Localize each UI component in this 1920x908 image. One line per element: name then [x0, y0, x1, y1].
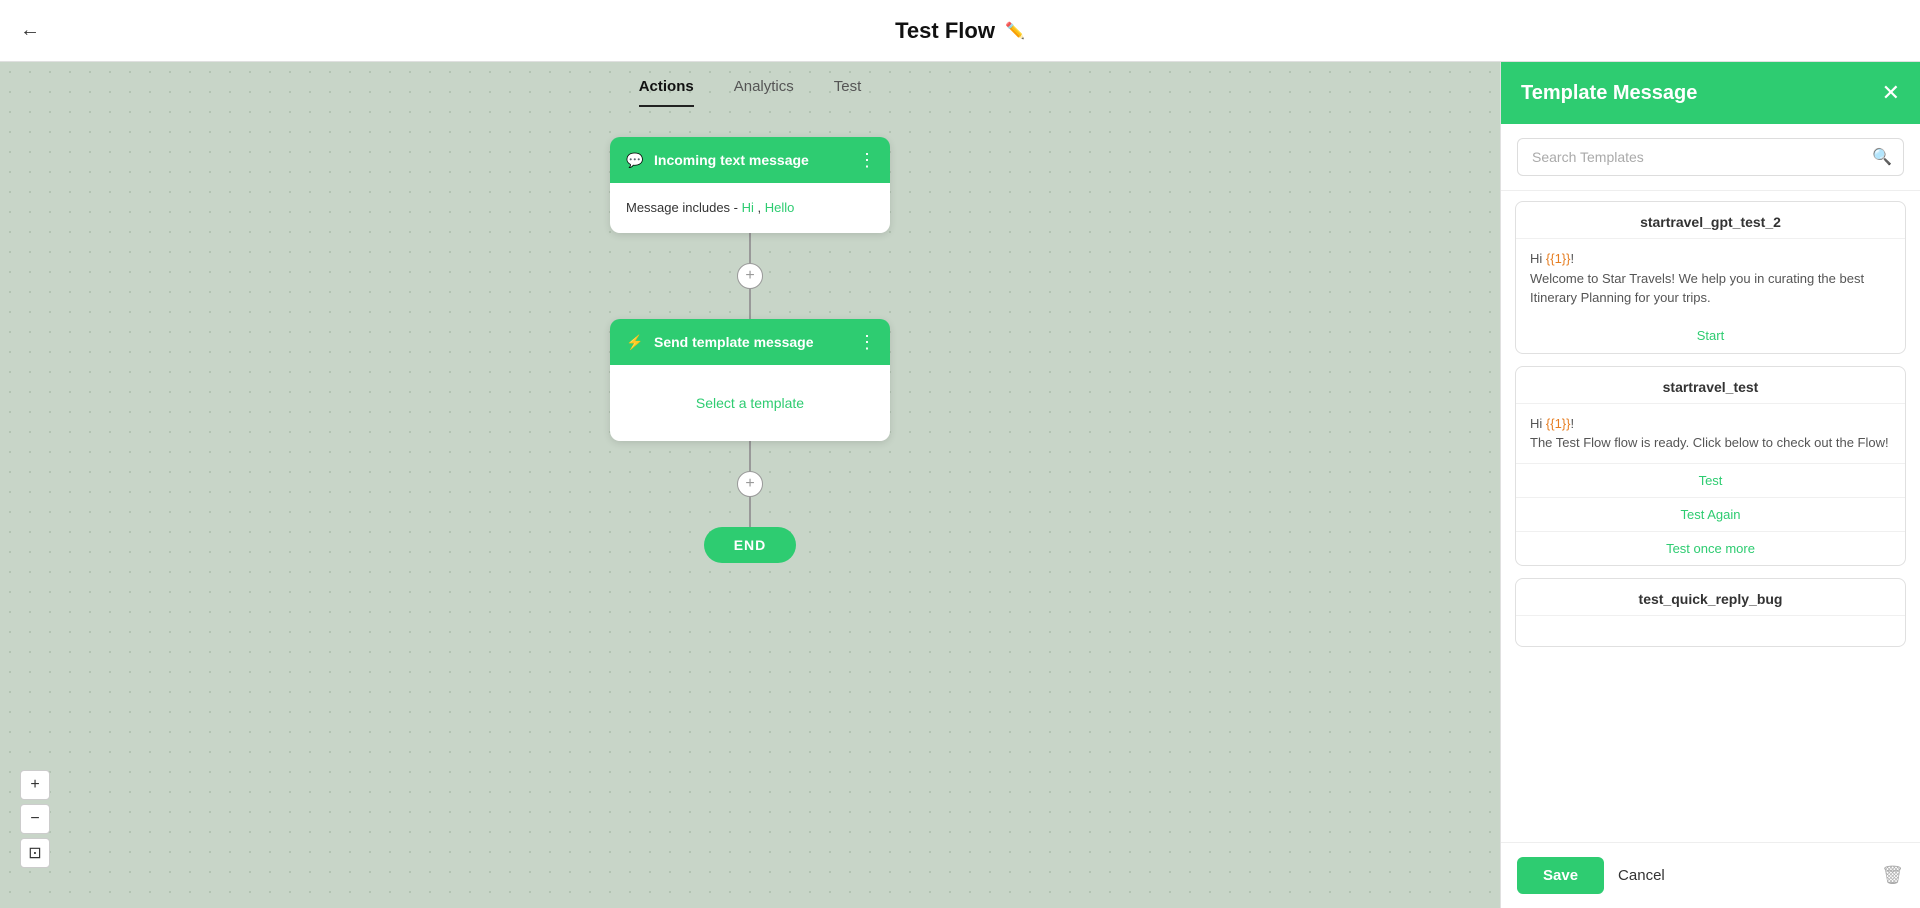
incoming-node-body-text: Message includes - Hi , Hello — [626, 200, 794, 215]
edit-title-icon[interactable]: ✏️ — [1005, 21, 1025, 41]
connector-1: + — [737, 233, 763, 319]
incoming-node-header-left: 💬 Incoming text message — [624, 149, 809, 171]
template-card-name-2: test_quick_reply_bug — [1516, 579, 1905, 616]
template-action-test-once-more[interactable]: Test once more — [1516, 532, 1905, 565]
template-card-name-1: startravel_test — [1516, 367, 1905, 404]
incoming-node-menu[interactable]: ⋮ — [858, 150, 876, 171]
back-button[interactable]: ← — [20, 19, 40, 42]
zoom-fit-button[interactable]: ⊡ — [20, 838, 50, 868]
template-card-2: test_quick_reply_bug — [1515, 578, 1906, 647]
panel-close-button[interactable]: ✕ — [1882, 80, 1900, 106]
topbar: ← Test Flow ✏️ — [0, 0, 1920, 62]
template-card-1: startravel_test Hi {{1}}!The Test Flow f… — [1515, 366, 1906, 566]
send-node-menu[interactable]: ⋮ — [858, 332, 876, 353]
template-action-start[interactable]: Start — [1516, 318, 1905, 353]
connector-line-2b — [749, 497, 751, 527]
incoming-message-node[interactable]: 💬 Incoming text message ⋮ Message includ… — [610, 137, 890, 233]
template-card-actions-1: Test Test Again Test once more — [1516, 463, 1905, 565]
template-card-body-2 — [1516, 616, 1905, 646]
connector-line-1b — [749, 289, 751, 319]
template-card-body-1: Hi {{1}}!The Test Flow flow is ready. Cl… — [1516, 404, 1905, 463]
template-card-0: startravel_gpt_test_2 Hi {{1}}!Welcome t… — [1515, 201, 1906, 354]
send-node-title: Send template message — [654, 334, 814, 350]
zoom-controls: + − ⊡ — [20, 770, 50, 868]
right-panel: Template Message ✕ 🔍 startravel_gpt_test… — [1500, 62, 1920, 908]
template-placeholder-1: {{1}} — [1546, 416, 1571, 431]
select-template-button[interactable]: Select a template — [626, 381, 874, 425]
panel-footer: Save Cancel 🗑 — [1501, 842, 1920, 908]
template-list: startravel_gpt_test_2 Hi {{1}}!Welcome t… — [1501, 191, 1920, 842]
tab-actions[interactable]: Actions — [639, 78, 694, 107]
send-node-icon: ⚡ — [624, 331, 646, 353]
panel-title: Template Message — [1521, 82, 1697, 105]
connector-2: + — [737, 441, 763, 527]
send-node-body: Select a template — [610, 365, 890, 441]
delete-button[interactable]: 🗑 — [1881, 865, 1904, 886]
main-content: Actions Analytics Test 💬 Incoming text m… — [0, 62, 1920, 908]
send-node-header-left: ⚡ Send template message — [624, 331, 814, 353]
tabs: Actions Analytics Test — [0, 62, 1500, 107]
template-card-name-0: startravel_gpt_test_2 — [1516, 202, 1905, 239]
save-button[interactable]: Save — [1517, 857, 1604, 894]
highlight-hello: Hello — [765, 200, 795, 215]
incoming-node-header: 💬 Incoming text message ⋮ — [610, 137, 890, 183]
footer-left: Save Cancel — [1517, 857, 1665, 894]
panel-header: Template Message ✕ — [1501, 62, 1920, 124]
page-title: Test Flow ✏️ — [895, 18, 1025, 44]
template-placeholder-0: {{1}} — [1546, 251, 1571, 266]
template-card-body-0: Hi {{1}}!Welcome to Star Travels! We hel… — [1516, 239, 1905, 318]
incoming-node-title: Incoming text message — [654, 152, 809, 168]
search-icon[interactable]: 🔍 — [1872, 147, 1892, 167]
zoom-out-button[interactable]: − — [20, 804, 50, 834]
template-action-test-again[interactable]: Test Again — [1516, 498, 1905, 532]
incoming-node-icon: 💬 — [624, 149, 646, 171]
connector-line-1 — [749, 233, 751, 263]
search-input[interactable] — [1517, 138, 1904, 176]
template-action-test[interactable]: Test — [1516, 464, 1905, 498]
flow-canvas: 💬 Incoming text message ⋮ Message includ… — [0, 107, 1500, 908]
zoom-in-button[interactable]: + — [20, 770, 50, 800]
add-node-button-1[interactable]: + — [737, 263, 763, 289]
end-node: END — [704, 527, 797, 563]
incoming-node-body: Message includes - Hi , Hello — [610, 183, 890, 233]
tab-test[interactable]: Test — [834, 78, 862, 107]
connector-line-2 — [749, 441, 751, 471]
search-wrapper: 🔍 — [1517, 138, 1904, 176]
send-node-header: ⚡ Send template message ⋮ — [610, 319, 890, 365]
cancel-button[interactable]: Cancel — [1618, 867, 1665, 884]
tab-analytics[interactable]: Analytics — [734, 78, 794, 107]
flow-title-text: Test Flow — [895, 18, 995, 44]
add-node-button-2[interactable]: + — [737, 471, 763, 497]
canvas-area: Actions Analytics Test 💬 Incoming text m… — [0, 62, 1500, 908]
send-template-node[interactable]: ⚡ Send template message ⋮ Select a templ… — [610, 319, 890, 441]
panel-search: 🔍 — [1501, 124, 1920, 191]
highlight-hi: Hi — [742, 200, 754, 215]
